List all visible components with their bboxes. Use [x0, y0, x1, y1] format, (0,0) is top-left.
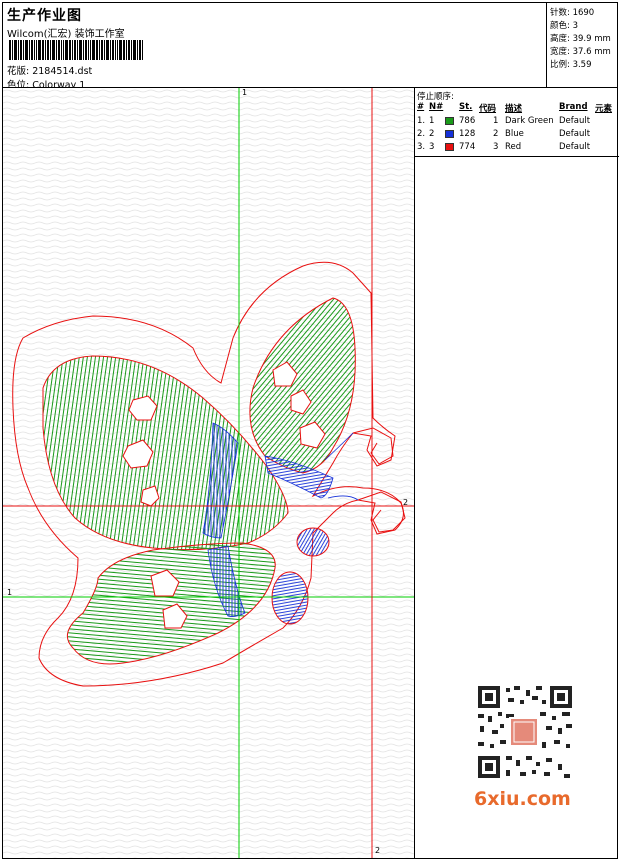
color-swatch — [445, 143, 454, 151]
row-desc: Red — [505, 142, 522, 152]
row-code: 3 — [493, 142, 499, 152]
color-swatch — [445, 117, 454, 125]
stats-panel: 针数: 1690 颜色: 3 高度: 39.9 mm 宽度: 37.6 mm 比… — [546, 2, 618, 88]
design-scale: 比例: 3.59 — [550, 60, 592, 70]
body-segment-lower — [271, 571, 309, 625]
body-segment-upper — [296, 527, 330, 557]
col-header-num: # — [417, 102, 425, 112]
embroidery-preview — [3, 88, 414, 858]
worksheet-title: 生产作业图 — [7, 8, 82, 24]
axis-label-left: 1 — [7, 588, 13, 597]
stitch-count: 针数: 1690 — [550, 8, 595, 18]
design-height: 高度: 39.9 mm — [550, 34, 611, 44]
col-header-brand: Brand — [559, 102, 588, 112]
row-desc: Dark Green — [505, 116, 554, 126]
row-code: 1 — [493, 116, 499, 126]
worksheet-header: 生产作业图 Wilcom(汇宏) 装饰工作室 花版: 2184514.dst 色… — [2, 2, 547, 91]
stop-sequence-title: 停止顺序: — [417, 92, 454, 102]
company-name: Wilcom(汇宏) 装饰工作室 — [7, 29, 125, 40]
row-stitches: 774 — [459, 142, 476, 152]
row-n: 1 — [429, 116, 435, 126]
row-desc: Blue — [505, 129, 524, 139]
col-header-desc: 描述 — [505, 104, 523, 114]
axis-label-bottom: 2 — [375, 846, 381, 855]
design-file-label: 花版: 2184514.dst — [7, 66, 93, 77]
watermark-text: 6xiu.com — [474, 788, 571, 810]
row-num: 1. — [417, 116, 426, 126]
color-count: 颜色: 3 — [550, 21, 578, 31]
axis-label-top: 1 — [242, 88, 248, 97]
row-brand: Default — [559, 142, 591, 152]
col-header-stitches: St. — [459, 102, 473, 112]
row-num: 3. — [417, 142, 426, 152]
row-stitches: 786 — [459, 116, 476, 126]
row-num: 2. — [417, 129, 426, 139]
design-width: 宽度: 37.6 mm — [550, 47, 611, 57]
col-header-n: N# — [429, 102, 444, 112]
row-n: 3 — [429, 142, 435, 152]
design-canvas: 1 1 2 2 — [2, 87, 415, 859]
barcode-image — [9, 40, 143, 60]
row-brand: Default — [559, 129, 591, 139]
production-worksheet: 生产作业图 Wilcom(汇宏) 装饰工作室 花版: 2184514.dst 色… — [0, 0, 620, 861]
qr-code-image — [470, 682, 578, 782]
axis-label-right: 2 — [403, 498, 409, 507]
row-brand: Default — [559, 116, 591, 126]
row-stitches: 128 — [459, 129, 476, 139]
row-n: 2 — [429, 129, 435, 139]
col-header-code: 代码 — [479, 104, 497, 114]
table-divider — [415, 156, 619, 157]
row-code: 2 — [493, 129, 499, 139]
color-swatch — [445, 130, 454, 138]
col-header-element: 元素 — [595, 104, 613, 114]
